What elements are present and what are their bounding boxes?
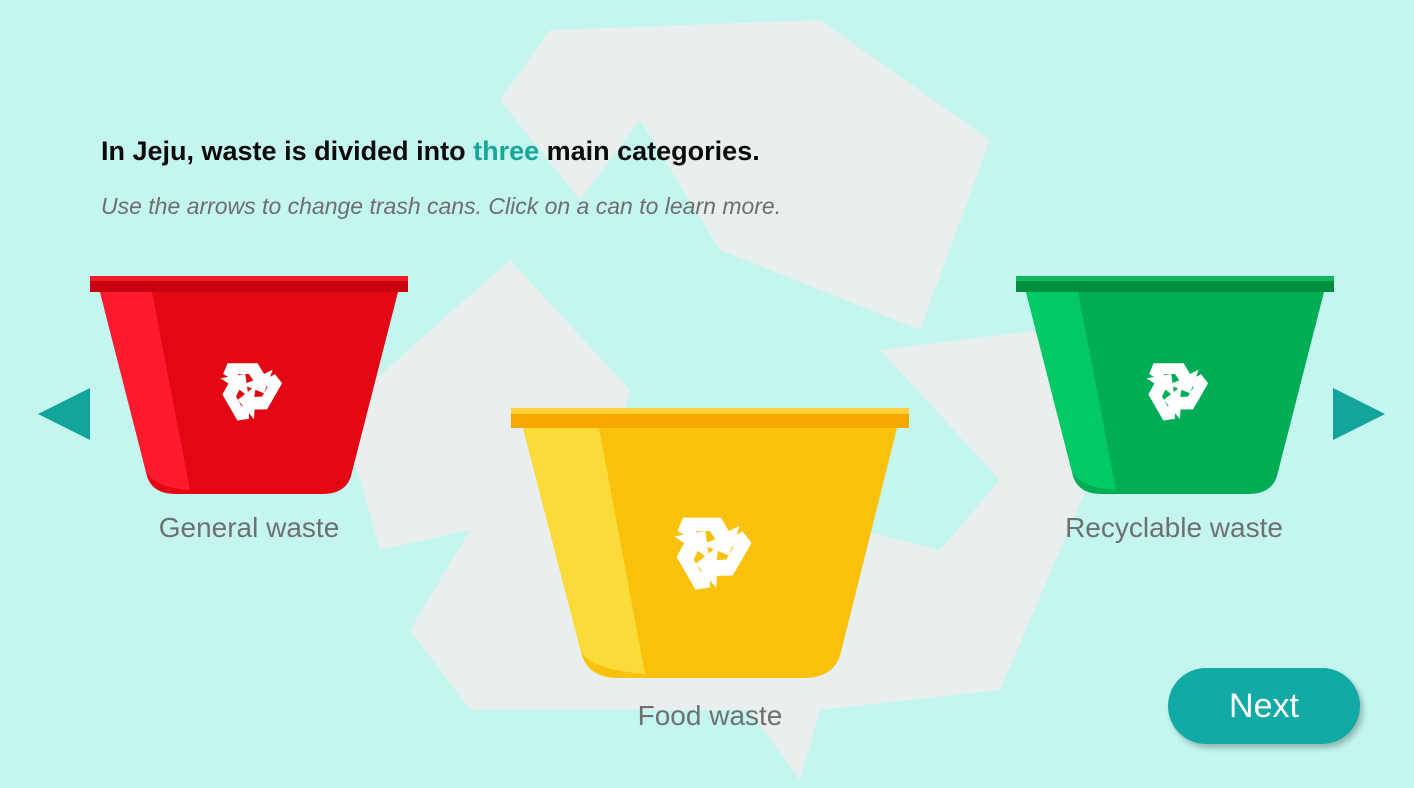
red-trash-can-icon — [90, 276, 408, 494]
heading-text-end: main categories. — [539, 136, 760, 166]
trash-can-general-waste[interactable] — [90, 276, 408, 498]
next-arrow-button[interactable] — [1331, 386, 1387, 447]
trash-can-food-waste[interactable] — [511, 408, 909, 682]
trash-can-recyclable-waste[interactable] — [1016, 276, 1334, 498]
green-trash-can-icon — [1016, 276, 1334, 494]
left-arrow-icon — [38, 388, 90, 440]
yellow-trash-can-icon — [511, 408, 909, 678]
heading-accent-word: three — [473, 136, 540, 166]
next-button[interactable]: Next — [1168, 668, 1360, 744]
instructions-text: Use the arrows to change trash cans. Cli… — [101, 193, 782, 219]
can-label-food-waste: Food waste — [637, 700, 783, 731]
waste-categories-slide: In Jeju, waste is divided into three mai… — [0, 0, 1414, 788]
heading-text-start: In Jeju, waste is divided into — [101, 136, 474, 166]
can-label-recyclable-waste: Recyclable waste — [1065, 512, 1283, 543]
previous-arrow-button[interactable] — [36, 386, 92, 447]
can-label-general-waste: General waste — [158, 512, 340, 543]
right-arrow-icon — [1333, 388, 1385, 440]
page-heading: In Jeju, waste is divided into three mai… — [101, 136, 760, 167]
